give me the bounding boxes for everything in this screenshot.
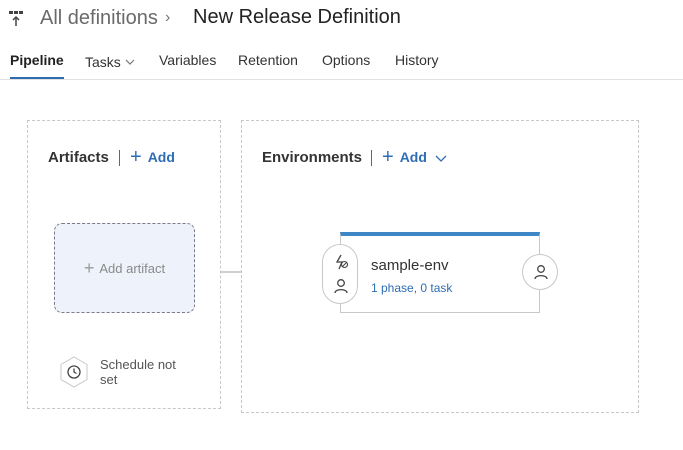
environment-name: sample-env — [371, 257, 449, 274]
add-artifact-button-label: Add — [147, 149, 175, 165]
artifacts-panel: Artifacts + Add + Add artifact Schedule n… — [27, 120, 221, 409]
tab-history[interactable]: History — [395, 52, 439, 79]
tab-history-label: History — [395, 52, 439, 68]
chevron-down-icon — [125, 52, 135, 68]
post-deployment-approvals[interactable] — [522, 254, 558, 290]
tab-retention-label: Retention — [238, 52, 298, 68]
artifacts-title: Artifacts — [48, 149, 109, 166]
add-artifact-label: Add artifact — [99, 260, 166, 276]
tab-variables-label: Variables — [159, 52, 217, 68]
plus-icon: + — [83, 257, 95, 278]
plus-icon: + — [382, 146, 394, 168]
header: All definitions › New Release Definition — [0, 0, 683, 44]
add-environment-button-label: Add — [399, 149, 427, 165]
breadcrumb-separator: › — [165, 9, 171, 26]
tab-retention[interactable]: Retention — [238, 52, 298, 79]
tab-pipeline[interactable]: Pipeline — [10, 52, 64, 79]
plus-icon: + — [130, 146, 142, 168]
trigger-icon — [335, 254, 349, 270]
divider — [119, 150, 120, 166]
page-title[interactable]: New Release Definition — [193, 6, 401, 29]
pre-deployment-conditions[interactable] — [322, 244, 358, 304]
add-artifact-button[interactable]: + Add — [130, 147, 175, 167]
person-icon — [534, 265, 548, 280]
tab-bar: Pipeline Tasks Variables Retention Optio… — [0, 44, 683, 80]
tab-options-label: Options — [322, 52, 371, 68]
environment-card[interactable]: sample-env 1 phase, 0 task — [340, 232, 540, 313]
chevron-down-icon — [435, 149, 447, 165]
clock-icon — [58, 356, 90, 388]
add-environment-button[interactable]: + Add — [382, 147, 447, 167]
environments-title: Environments — [262, 149, 363, 166]
tab-tasks[interactable]: Tasks — [85, 52, 135, 79]
schedule-label: Schedule not set — [100, 357, 176, 387]
tab-tasks-label: Tasks — [85, 54, 121, 70]
schedule-trigger[interactable]: Schedule not set — [58, 353, 198, 393]
tab-variables[interactable]: Variables — [159, 52, 216, 79]
release-pipeline-icon[interactable] — [8, 10, 24, 28]
tab-options[interactable]: Options — [322, 52, 370, 79]
breadcrumb-all-definitions[interactable]: All definitions — [40, 7, 158, 30]
add-artifact-placeholder[interactable]: + Add artifact — [54, 223, 195, 313]
divider — [371, 150, 372, 166]
environment-summary[interactable]: 1 phase, 0 task — [371, 281, 452, 295]
tab-pipeline-label: Pipeline — [10, 52, 64, 68]
person-icon — [334, 279, 348, 294]
